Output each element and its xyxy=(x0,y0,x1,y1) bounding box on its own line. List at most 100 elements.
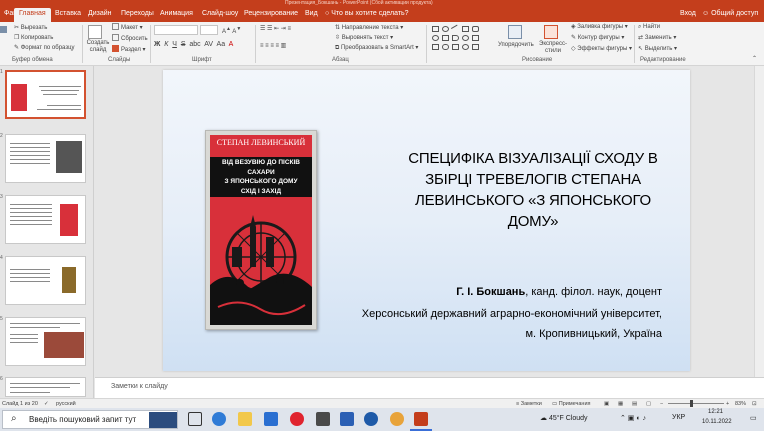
file-explorer-icon[interactable] xyxy=(238,412,252,426)
replace-button[interactable]: ⇄ Заменить ▾ xyxy=(638,34,676,42)
font-color-button[interactable]: A xyxy=(229,41,234,48)
new-slide-button[interactable]: Создать слайд xyxy=(86,40,110,54)
keyboard-language[interactable]: УКР xyxy=(672,414,685,421)
tray-icons[interactable]: ⌃ ▣ ◐ ♪ xyxy=(620,414,646,422)
copy-button[interactable]: ❐ Копировать xyxy=(14,34,53,42)
select-button[interactable]: ↖ Выделить ▾ xyxy=(638,45,677,53)
zoom-app-icon[interactable] xyxy=(364,412,378,426)
char-spacing-button[interactable]: AV xyxy=(204,41,213,48)
find-button[interactable]: ⌕ Найти xyxy=(638,23,660,31)
grow-font-button[interactable]: A▲ A▼ xyxy=(222,25,241,36)
tab-home[interactable]: Главная xyxy=(14,8,51,22)
slide-author[interactable]: Г. І. Бокшань, канд. філол. наук, доцент xyxy=(456,286,662,298)
italic-button[interactable]: К xyxy=(164,41,168,48)
cover-illustration xyxy=(210,197,312,325)
arrange-button[interactable]: Упорядочить xyxy=(498,41,534,49)
thumbnail-slide-6[interactable] xyxy=(5,377,86,397)
slide-title[interactable]: СПЕЦИФІКА ВІЗУАЛІЗАЦІЇ СХОДУ В ЗБІРЦІ ТР… xyxy=(388,148,678,232)
thumbnail-slide-5[interactable] xyxy=(5,317,86,366)
shapes-gallery[interactable] xyxy=(430,24,490,53)
font-size-combo[interactable] xyxy=(200,25,218,35)
section-button[interactable]: Раздел ▾ xyxy=(112,45,146,54)
format-painter-button[interactable]: ✎ Формат по образцу xyxy=(14,44,75,52)
thumbnail-slide-2[interactable] xyxy=(5,134,86,183)
share-button[interactable]: ☺ Общий доступ xyxy=(702,8,758,20)
smartart-button[interactable]: ⧉ Преобразовать в SmartArt ▾ xyxy=(335,44,418,52)
taskbar-search[interactable]: ⌕ Введіть пошуковий запит тут xyxy=(2,410,178,429)
brace-shape-icon xyxy=(432,44,439,50)
thumb-number: 5 xyxy=(0,316,3,322)
zoom-in-button[interactable]: + xyxy=(726,400,729,408)
tab-review[interactable]: Рецензирование xyxy=(244,8,298,22)
font-name-combo[interactable] xyxy=(154,25,198,35)
change-case-button[interactable]: Aa xyxy=(217,41,226,48)
notes-pane[interactable]: Заметки к слайду xyxy=(95,377,764,398)
shape-effects-button[interactable]: ◇ Эффекты фигуры ▾ xyxy=(571,45,632,53)
thumbnail-slide-3[interactable] xyxy=(5,195,86,244)
app-icon[interactable] xyxy=(316,412,330,426)
paste-button[interactable] xyxy=(0,26,9,35)
underline-button[interactable]: Ч xyxy=(172,41,177,48)
zoom-out-button[interactable]: − xyxy=(660,400,663,408)
tab-slideshow[interactable]: Слайд-шоу xyxy=(202,8,238,22)
zoom-level[interactable]: 83% xyxy=(735,400,746,408)
paste-icon xyxy=(0,26,7,33)
group-separator xyxy=(426,25,427,63)
layout-button[interactable]: Макет ▾ xyxy=(112,23,143,32)
strike-button[interactable]: S xyxy=(181,41,186,48)
align-row[interactable]: ≡ ≡ ≡ ≡ ▥ xyxy=(260,42,286,50)
chrome-icon[interactable] xyxy=(390,412,404,426)
task-view-icon[interactable] xyxy=(188,412,202,426)
slide-location[interactable]: м. Кропивницький, Україна xyxy=(525,328,662,340)
current-slide[interactable]: СТЕПАН ЛЕВИНСЬКИЙ ВІД ВЕЗУВІЮ ДО ПІСКІВ … xyxy=(163,70,690,371)
shadow-button[interactable]: abc xyxy=(189,41,200,48)
fit-slide-icon[interactable]: ⊡ xyxy=(752,400,757,408)
weather-widget[interactable]: ☁ 45°F Cloudy xyxy=(540,414,588,422)
reading-view-icon[interactable]: ▤ xyxy=(632,400,637,408)
zoom-slider-thumb[interactable] xyxy=(690,400,693,407)
language-indicator[interactable]: русский xyxy=(56,400,76,408)
quick-styles-button[interactable]: Экспресс-стили xyxy=(538,41,568,55)
notes-toggle[interactable]: ≡ Заметки xyxy=(516,400,542,408)
align-text-icon: ⇳ xyxy=(335,35,342,41)
thumbnail-slide-4[interactable] xyxy=(5,256,86,305)
slideshow-view-icon[interactable]: ▢ xyxy=(646,400,651,408)
editor-scrollbar[interactable] xyxy=(754,66,764,377)
slide-affiliation[interactable]: Херсонський державний аграрно-економічни… xyxy=(362,308,662,320)
tab-insert[interactable]: Вставка xyxy=(55,8,81,22)
edge-icon[interactable] xyxy=(212,412,226,426)
book-cover: СТЕПАН ЛЕВИНСЬКИЙ ВІД ВЕЗУВІЮ ДО ПІСКІВ … xyxy=(210,135,312,325)
shape-fill-button[interactable]: ◈ Заливка фигуры ▾ xyxy=(571,23,628,31)
normal-view-icon[interactable]: ▣ xyxy=(604,400,609,408)
align-text-button[interactable]: ⇳ Выровнять текст ▾ xyxy=(335,34,393,42)
thumbnail-slide-1[interactable] xyxy=(5,70,86,119)
cut-button[interactable]: ✂ Вырезать xyxy=(14,24,47,32)
spellcheck-icon[interactable]: ✓ xyxy=(44,400,49,408)
powerpoint-icon[interactable] xyxy=(414,412,428,426)
tab-view[interactable]: Вид xyxy=(305,8,318,22)
rectangle-shape-icon xyxy=(432,26,439,32)
comments-toggle[interactable]: ▭ Примечания xyxy=(552,400,591,408)
zoom-slider[interactable] xyxy=(668,403,724,404)
tab-design[interactable]: Дизайн xyxy=(88,8,112,22)
bullets-row[interactable]: ☰ ☰ ⇤ ⇥ ≡ xyxy=(260,25,291,33)
tab-transitions[interactable]: Переходы xyxy=(121,8,154,22)
text-direction-button[interactable]: ⇅ Направление текста ▾ xyxy=(335,24,403,32)
word-icon[interactable] xyxy=(340,412,354,426)
shape-outline-button[interactable]: ✎ Контур фигуры ▾ xyxy=(571,34,624,42)
tell-me-box[interactable]: ○ Что вы хотите сделать? xyxy=(325,8,409,20)
notification-icon[interactable]: ▭ xyxy=(750,414,757,422)
signin-link[interactable]: Вход xyxy=(680,8,696,20)
reset-button[interactable]: Сбросить xyxy=(112,34,148,43)
clock-time[interactable]: 12:21 xyxy=(708,409,723,415)
arrange-icon xyxy=(508,25,522,39)
tab-animation[interactable]: Анимация xyxy=(160,8,193,22)
collapse-ribbon-icon[interactable]: ⌃ xyxy=(752,55,757,63)
sorter-view-icon[interactable]: ▦ xyxy=(618,400,623,408)
bold-button[interactable]: Ж xyxy=(154,41,160,48)
opera-icon[interactable] xyxy=(290,412,304,426)
status-bar: Слайд 1 из 20 ✓ русский ≡ Заметки ▭ Прим… xyxy=(0,398,764,408)
mail-icon[interactable] xyxy=(264,412,278,426)
clock-date[interactable]: 10.11.2022 xyxy=(702,419,732,425)
thumbnails-scrollbar[interactable] xyxy=(88,68,93,396)
